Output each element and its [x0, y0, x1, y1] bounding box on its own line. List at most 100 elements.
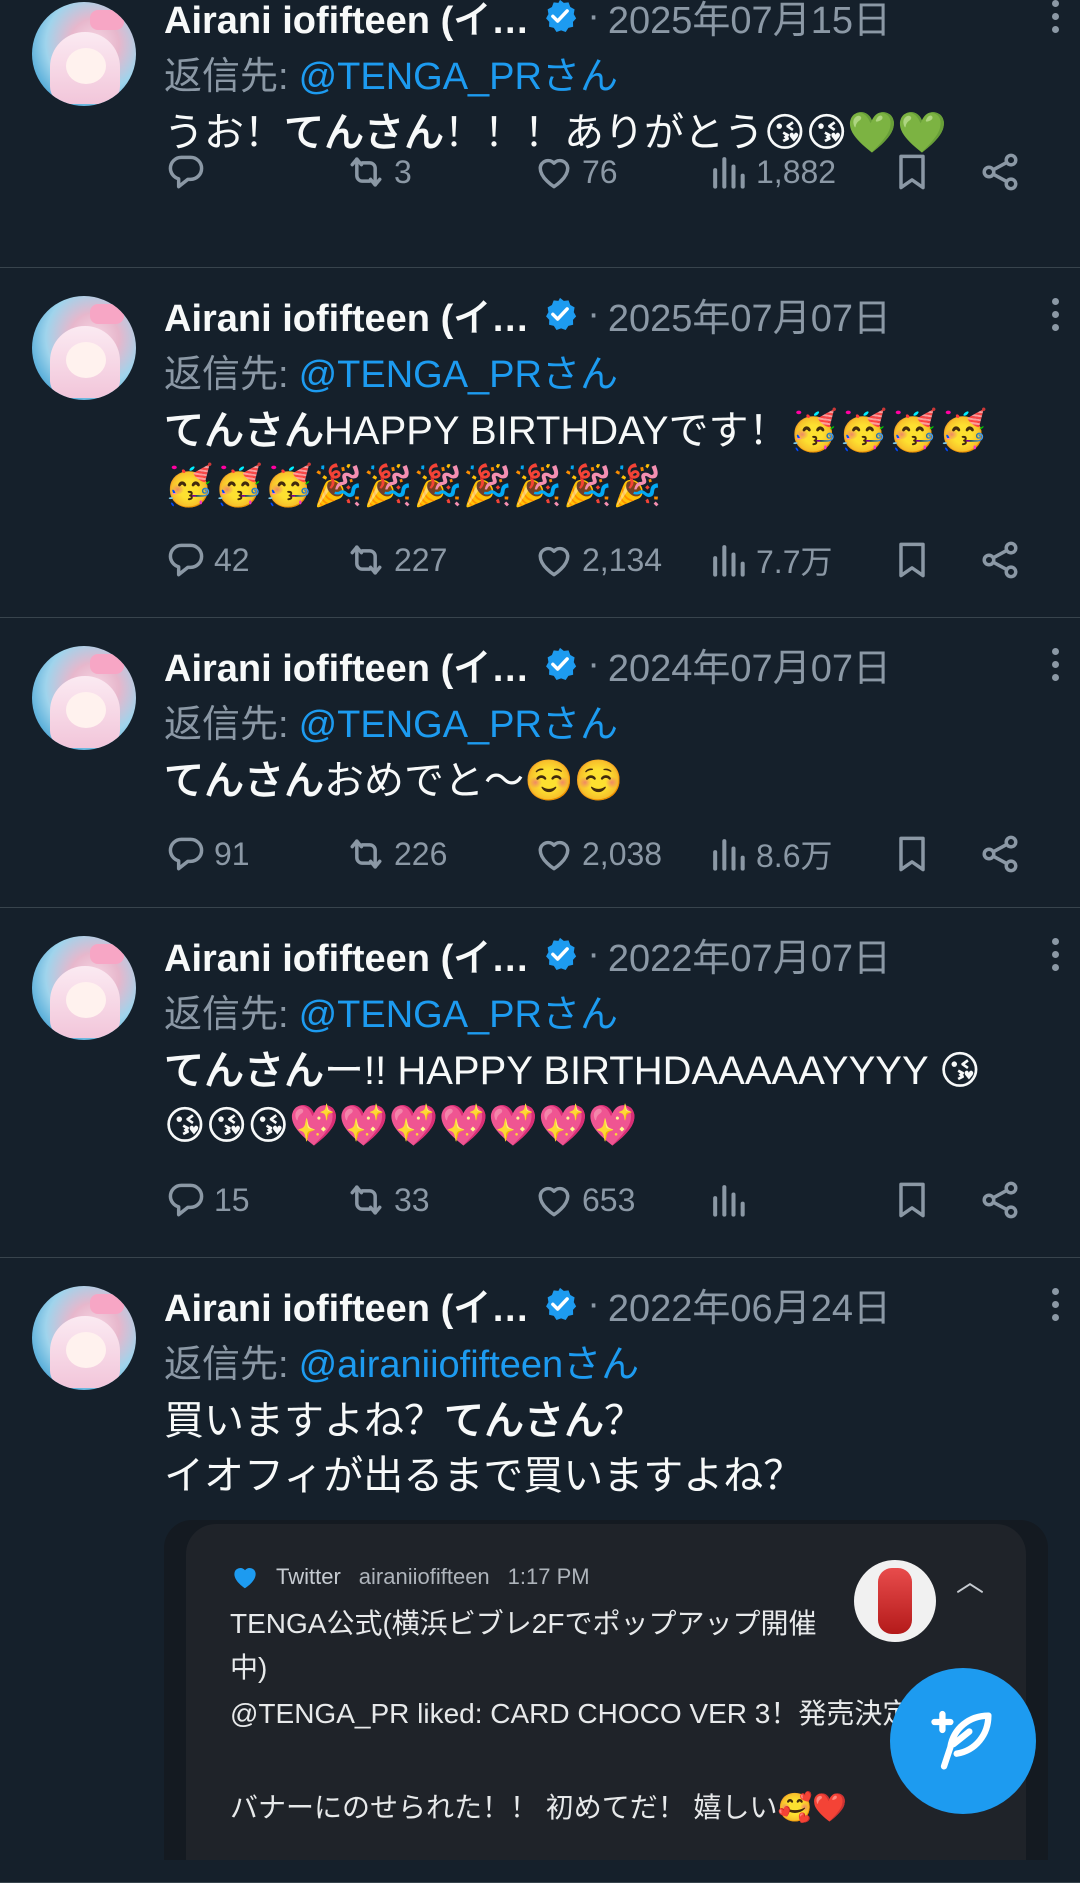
views-icon: [706, 538, 750, 582]
reply-to-handle[interactable]: @TENGA_PRさん: [299, 343, 618, 398]
share-button[interactable]: [978, 1170, 1022, 1230]
retweet-icon: [344, 538, 388, 582]
tweet[interactable]: Airani iofifteen (イ… · 2025年07月07日返信先: @TEN…: [0, 268, 1080, 618]
like-button[interactable]: 2,134: [532, 530, 662, 590]
reply-to: 返信先: @TENGA_PRさん: [164, 692, 1060, 748]
tweet-text: てんさんー!! HAPPY BIRTHDAAAAAYYYY 😘 😘😘😘💖💖💖💖💖💖…: [164, 1044, 1060, 1154]
tweet-header: Airani iofifteen (イ… · 2022年06月24日: [164, 1276, 1060, 1332]
share-icon: [978, 538, 1022, 582]
tweet-text-line: イオフィが出るまで買いますよね？: [164, 1449, 1060, 1504]
share-button[interactable]: [978, 530, 1022, 590]
views-button[interactable]: [706, 1170, 756, 1230]
like-button[interactable]: 76: [532, 142, 618, 202]
reply-to-handle[interactable]: @TENGA_PRさん: [299, 983, 618, 1038]
retweet-icon: [344, 150, 388, 194]
tweet-text-bold: てんさん: [444, 1399, 604, 1443]
views-button[interactable]: 1,882: [706, 142, 836, 202]
author-name[interactable]: Airani iofifteen (イ…: [164, 927, 529, 982]
reply-button[interactable]: 91: [164, 824, 250, 884]
like-button[interactable]: 653: [532, 1170, 635, 1230]
author-name[interactable]: Airani iofifteen (イ…: [164, 1277, 529, 1332]
reply-count: 42: [214, 541, 250, 578]
bookmark-icon: [890, 538, 934, 582]
verified-badge-icon: [541, 0, 579, 35]
notification-card: Twitter airaniiofifteen 1:17 PM TENGA公式(…: [186, 1524, 1026, 1860]
tweet-content: Airani iofifteen (イ… · 2025年07月07日返信先: @TEN…: [164, 286, 1060, 514]
tweet-header: Airani iofifteen (イ… · 2025年07月15日: [164, 0, 1060, 44]
avatar[interactable]: [32, 296, 136, 400]
views-count: 8.6万: [756, 838, 833, 874]
views-button[interactable]: 8.6万: [706, 824, 833, 884]
bookmark-button[interactable]: [890, 824, 934, 884]
reply-button[interactable]: 42: [164, 530, 250, 590]
author-name[interactable]: Airani iofifteen (イ…: [164, 287, 529, 342]
tweet-content: Airani iofifteen (イ… · 2024年07月07日 返信先: @TEN…: [164, 636, 1060, 809]
tweet-text: 買いますよね？てんさん？ イオフィが出るまで買いますよね？: [164, 1394, 1060, 1504]
reply-icon: [164, 832, 208, 876]
bookmark-button[interactable]: [890, 1170, 934, 1230]
tweet-text-bold: てんさん: [164, 409, 324, 453]
tweet-text-segment: ？: [604, 1399, 644, 1443]
share-button[interactable]: [978, 142, 1022, 202]
reply-to-handle[interactable]: @TENGA_PRさん: [299, 45, 618, 100]
tweet-text-segment: 😘😘😘💖💖💖💖💖💖💖: [164, 1104, 638, 1148]
tweet-date[interactable]: 2024年07月07日: [608, 637, 891, 692]
tweet[interactable]: Airani iofifteen (イ… · 2022年07月07日 返信先: @TEN…: [0, 908, 1080, 1258]
avatar[interactable]: [32, 1286, 136, 1390]
reply-button[interactable]: 15: [164, 1170, 250, 1230]
like-count: 2,038: [582, 835, 663, 872]
bookmark-button[interactable]: [890, 142, 934, 202]
reply-to: 返信先: @TENGA_PRさん: [164, 44, 1060, 100]
reply-to-label: 返信先:: [164, 353, 289, 396]
reply-to-label: 返信先:: [164, 1343, 289, 1386]
reply-icon: [164, 150, 208, 194]
bookmark-icon: [890, 832, 934, 876]
reply-button[interactable]: [164, 142, 214, 202]
verified-badge-icon: [541, 295, 579, 333]
avatar[interactable]: [32, 936, 136, 1040]
retweet-icon: [344, 1178, 388, 1222]
retweet-button[interactable]: 3: [344, 142, 412, 202]
verified-badge-icon: [541, 1285, 579, 1323]
tweet-text-line: てんさんおめでと〜☺️☺️: [164, 754, 1060, 809]
share-icon: [978, 832, 1022, 876]
share-button[interactable]: [978, 824, 1022, 884]
notification-title: TENGA公式(横浜ビブレ2Fでポップアップ開催中): [230, 1608, 817, 1683]
tweet-text-segment: 🥳🥳🥳🎉🎉🎉🎉🎉🎉🎉: [164, 464, 663, 508]
author-name[interactable]: Airani iofifteen (イ…: [164, 0, 529, 44]
tweet-date[interactable]: 2022年07月07日: [608, 927, 891, 982]
reply-icon: [164, 538, 208, 582]
retweet-button[interactable]: 226: [344, 824, 447, 884]
timeline-feed[interactable]: Airani iofifteen (イ… · 2025年07月15日 返信先: @TEN…: [0, 0, 1080, 1883]
author-name[interactable]: Airani iofifteen (イ…: [164, 637, 529, 692]
views-count: 7.7万: [756, 544, 833, 580]
separator-dot: ·: [587, 292, 600, 335]
reply-to-label: 返信先:: [164, 703, 289, 746]
tweet-date[interactable]: 2025年07月15日: [608, 0, 891, 44]
tweet-text-line: てんさんHAPPY BIRTHDAYです！🥳🥳🥳🥳: [164, 404, 1060, 459]
separator-dot: ·: [587, 932, 600, 975]
tweet-actions: 42 227 2,134 7.7万: [164, 530, 1044, 590]
reply-to-handle[interactable]: @airaniiofifteenさん: [299, 1333, 640, 1388]
retweet-count: 3: [394, 153, 412, 190]
retweet-button[interactable]: 227: [344, 530, 447, 590]
reply-to: 返信先: @TENGA_PRさん: [164, 982, 1060, 1038]
like-button[interactable]: 2,038: [532, 824, 662, 884]
avatar[interactable]: [32, 646, 136, 750]
reply-to-handle[interactable]: @TENGA_PRさん: [299, 693, 618, 748]
tweet-date[interactable]: 2025年07月07日: [608, 287, 891, 342]
tweet[interactable]: Airani iofifteen (イ… · 2024年07月07日 返信先: @TEN…: [0, 618, 1080, 908]
views-button[interactable]: 7.7万: [706, 530, 833, 590]
views-icon: [706, 150, 750, 194]
compose-button[interactable]: [890, 1668, 1036, 1814]
avatar[interactable]: [32, 2, 136, 106]
tweet-header: Airani iofifteen (イ… · 2025年07月07日: [164, 286, 1060, 342]
retweet-button[interactable]: 33: [344, 1170, 430, 1230]
tweet-text-line: てんさんー!! HAPPY BIRTHDAAAAAYYYY 😘: [164, 1044, 1060, 1099]
verified-badge-icon: [541, 935, 579, 973]
tweet[interactable]: Airani iofifteen (イ… · 2025年07月15日 返信先: @TEN…: [0, 0, 1080, 268]
notification-thumbnail: [854, 1560, 936, 1642]
tweet-date[interactable]: 2022年06月24日: [608, 1277, 891, 1332]
bookmark-button[interactable]: [890, 530, 934, 590]
views-count: 1,882: [756, 153, 837, 190]
